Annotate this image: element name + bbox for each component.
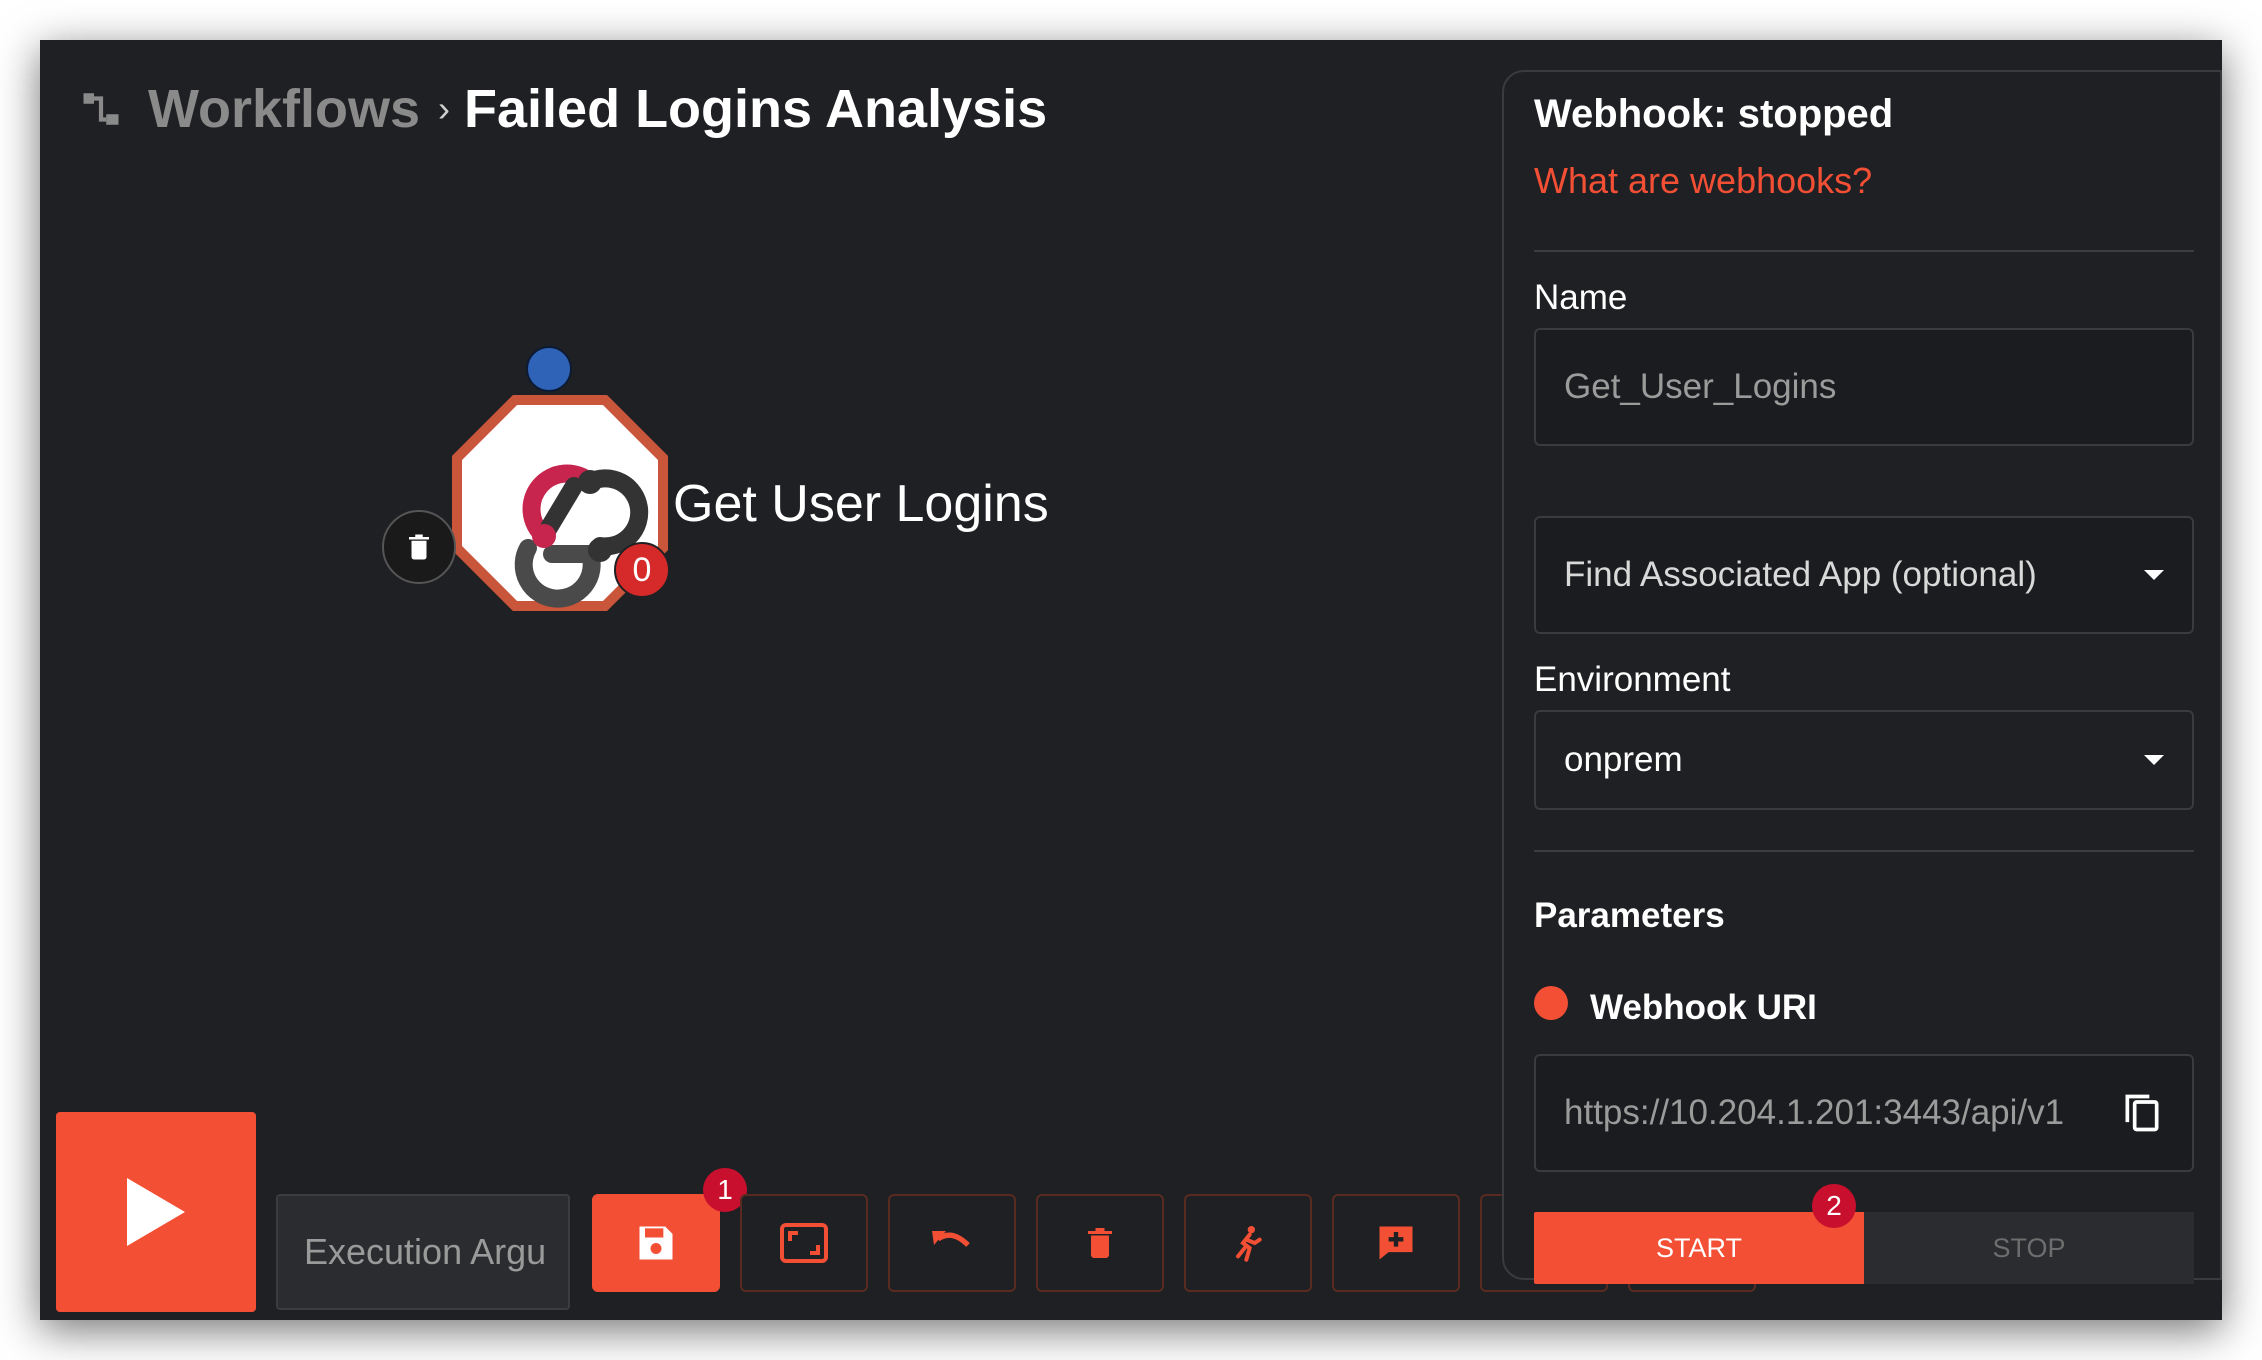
node-connector-dot[interactable] xyxy=(526,346,572,392)
associated-app-select[interactable]: Find Associated App (optional) xyxy=(1534,516,2194,634)
breadcrumb-separator: › xyxy=(438,88,451,129)
webhook-status-title: Webhook: stopped xyxy=(1534,92,1894,136)
fit-view-icon xyxy=(780,1223,828,1263)
start-webhook-button[interactable]: START xyxy=(1534,1212,1864,1284)
delete-button[interactable] xyxy=(1036,1194,1164,1292)
undo-icon xyxy=(932,1231,970,1247)
copy-icon[interactable] xyxy=(2120,1089,2164,1137)
execution-arguments-input[interactable]: Execution Argu xyxy=(276,1194,570,1310)
fit-view-button[interactable] xyxy=(740,1194,868,1292)
trash-icon xyxy=(409,534,429,560)
add-comment-button[interactable] xyxy=(1332,1194,1460,1292)
webhook-uri-field[interactable]: https://10.204.1.201:3443/api/v1 xyxy=(1534,1054,2194,1172)
node-count-badge: 0 xyxy=(614,542,670,598)
run-step-button[interactable] xyxy=(1184,1194,1312,1292)
divider xyxy=(1534,850,2194,852)
delete-icon xyxy=(1088,1228,1112,1258)
add-comment-icon xyxy=(1379,1226,1413,1260)
workflow-node[interactable] xyxy=(440,370,710,650)
environment-select[interactable]: onprem xyxy=(1534,710,2194,810)
save-icon xyxy=(639,1226,673,1260)
parameters-heading: Parameters xyxy=(1534,896,1725,935)
divider xyxy=(1534,250,2194,252)
breadcrumb: Workflows › Failed Logins Analysis xyxy=(80,64,1047,154)
workflow-icon xyxy=(83,93,119,125)
page-title: Failed Logins Analysis xyxy=(464,79,1048,139)
stop-webhook-button[interactable]: STOP xyxy=(1864,1212,2194,1284)
webhook-uri-label: Webhook URI xyxy=(1590,988,1817,1027)
run-icon xyxy=(1236,1226,1262,1262)
associated-app-value: Find Associated App (optional) xyxy=(1564,555,2037,594)
webhook-name-field[interactable]: Get_User_Logins xyxy=(1534,328,2194,446)
start-badge: 2 xyxy=(1812,1184,1856,1228)
chevron-down-icon xyxy=(2144,570,2164,580)
breadcrumb-workflows-link[interactable]: Workflows xyxy=(148,78,420,140)
webhook-icon xyxy=(452,395,668,611)
undo-button[interactable] xyxy=(888,1194,1016,1292)
save-button[interactable] xyxy=(592,1194,720,1292)
name-label: Name xyxy=(1534,278,1628,317)
run-workflow-button[interactable] xyxy=(56,1112,256,1312)
webhook-panel: Webhook: stopped What are webhooks? Name… xyxy=(1502,70,2222,1284)
webhooks-help-link[interactable]: What are webhooks? xyxy=(1534,160,1872,202)
node-delete-button[interactable] xyxy=(382,510,456,584)
required-indicator-icon xyxy=(1534,986,1568,1020)
node-label[interactable]: Get User Logins xyxy=(673,474,1049,534)
workflow-editor-window: Workflows › Failed Logins Analysis 0 Get… xyxy=(40,40,2222,1320)
environment-value: onprem xyxy=(1564,740,1683,779)
play-icon xyxy=(127,1178,185,1246)
chevron-down-icon xyxy=(2144,755,2164,765)
environment-label: Environment xyxy=(1534,660,1731,699)
webhook-uri-value: https://10.204.1.201:3443/api/v1 xyxy=(1564,1093,2065,1132)
webhook-name-value: Get_User_Logins xyxy=(1564,367,1837,406)
